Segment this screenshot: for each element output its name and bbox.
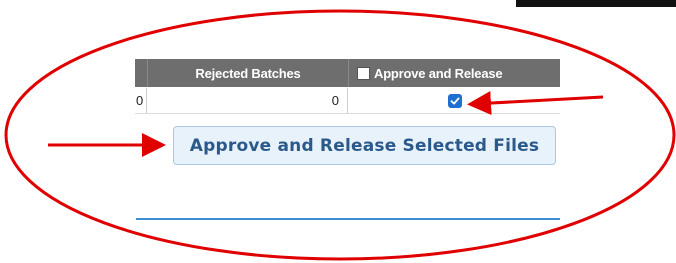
select-all-checkbox[interactable] — [357, 66, 370, 80]
section-divider — [136, 218, 560, 220]
table-row: 0 0 — [135, 88, 560, 114]
grid-header-row: Rejected Batches Approve and Release — [135, 59, 560, 87]
top-black-bar — [516, 0, 676, 7]
approve-row-checkbox[interactable] — [447, 93, 462, 108]
cell-rejected-batches: 0 — [148, 88, 348, 113]
approve-and-release-selected-files-button[interactable]: Approve and Release Selected Files — [173, 126, 556, 165]
header-approve-label: Approve and Release — [374, 65, 503, 81]
cell-partial-value: 0 — [135, 88, 147, 113]
cell-approve-and-release — [349, 88, 560, 113]
header-cell-partial[interactable] — [135, 59, 148, 87]
header-rejected-batches[interactable]: Rejected Batches — [148, 59, 349, 87]
header-approve-and-release[interactable]: Approve and Release — [349, 59, 560, 87]
check-icon — [450, 97, 459, 104]
